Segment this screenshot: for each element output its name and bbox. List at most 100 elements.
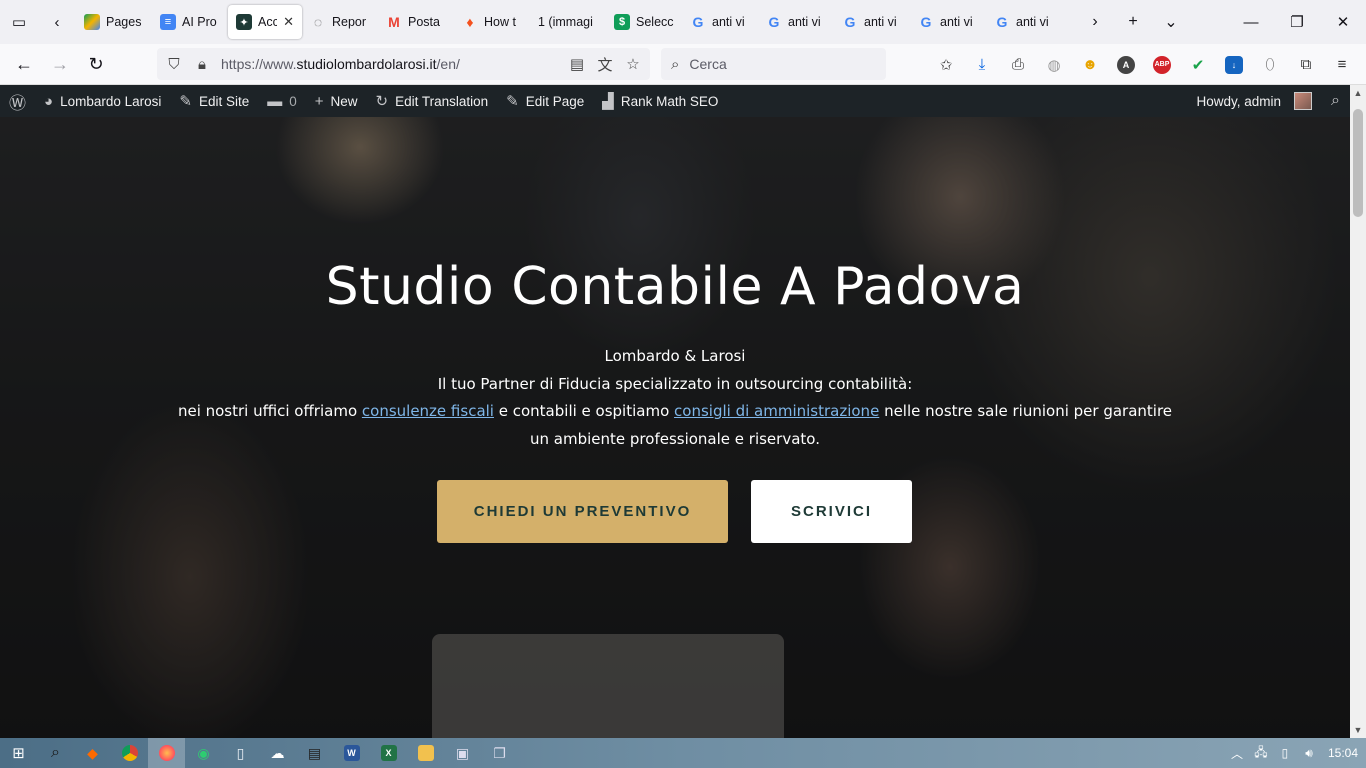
tab[interactable]: ◌ Repor xyxy=(302,5,378,39)
page-scrollbar[interactable]: ▲ ▼ xyxy=(1350,85,1366,738)
tab[interactable]: 1 (immagi xyxy=(530,5,606,39)
url-path: /en/ xyxy=(436,56,460,72)
dashboard-icon: ◕ xyxy=(44,92,54,110)
windows-start-icon[interactable]: ⊞ xyxy=(0,738,37,768)
url-bar[interactable]: ⛉ 🔒︎ https://www.studiolombardolarosi.it… xyxy=(157,48,650,80)
rank-math-label: Rank Math SEO xyxy=(620,93,719,109)
tab-strip-controls: › + ⌄ — ❐ ✕ xyxy=(1076,0,1366,44)
consulenze-fiscali-link[interactable]: consulenze fiscali xyxy=(362,402,494,420)
admin-search-icon[interactable]: ⌕ xyxy=(1321,85,1350,117)
edit-page-label: Edit Page xyxy=(525,93,585,109)
reload-icon[interactable]: ↻ xyxy=(78,44,114,85)
contact-us-button[interactable]: SCRIVICI xyxy=(751,480,912,543)
translate-icon[interactable]: 文 xyxy=(596,54,614,75)
firefox-dev-icon[interactable]: ◆ xyxy=(74,738,111,768)
list-all-tabs-icon[interactable]: ⌄ xyxy=(1152,0,1190,44)
scroll-down-icon[interactable]: ▼ xyxy=(1350,722,1366,738)
scroll-up-icon[interactable]: ▲ xyxy=(1350,85,1366,101)
search-input[interactable]: ⌕ Cerca xyxy=(661,48,886,80)
tab[interactable]: Ganti vi xyxy=(758,5,834,39)
excel-icon[interactable]: X xyxy=(370,738,407,768)
account-menu[interactable]: Howdy, admin xyxy=(1187,85,1321,117)
tab[interactable]: $ Selecc xyxy=(606,5,682,39)
tabs-scroll-left-icon[interactable]: ‹ xyxy=(38,0,76,44)
window-icon[interactable]: ❐ xyxy=(481,738,518,768)
show-hidden-icons-icon[interactable]: ︿ xyxy=(1226,745,1248,762)
consigli-amministrazione-link[interactable]: consigli di amministrazione xyxy=(674,402,879,420)
tab[interactable]: Ganti vi xyxy=(986,5,1062,39)
reader-view-icon[interactable]: ▤ xyxy=(568,55,586,73)
device-icon[interactable]: ▯ xyxy=(1274,746,1296,760)
tab[interactable]: ≡ AI Pro xyxy=(152,5,228,39)
rank-math-link[interactable]: ▟ Rank Math SEO xyxy=(593,85,727,117)
tab[interactable]: M Posta xyxy=(378,5,454,39)
back-icon[interactable]: ← xyxy=(6,44,42,85)
menu-icon[interactable]: ≡ xyxy=(1324,44,1360,85)
system-tray: ︿ 🖧︎ ▯ 🔊︎ 15:04 xyxy=(1226,738,1366,768)
tab[interactable]: Ganti vi xyxy=(834,5,910,39)
mouse-icon[interactable]: ⬯ xyxy=(1252,44,1288,85)
lock-icon[interactable]: 🔒︎ xyxy=(193,56,211,73)
site-favicon: ✦ xyxy=(236,14,252,30)
edit-translation-link[interactable]: ↻ Edit Translation xyxy=(367,85,498,117)
tab[interactable]: Ganti vi xyxy=(682,5,758,39)
close-window-icon[interactable]: ✕ xyxy=(1320,0,1366,44)
tab-title: anti vi xyxy=(788,15,821,29)
extension-cloud-icon[interactable]: ◍ xyxy=(1036,44,1072,85)
screen-icon[interactable]: ▣ xyxy=(444,738,481,768)
scrollbar-thumb[interactable] xyxy=(1353,109,1363,217)
minimize-icon[interactable]: — xyxy=(1228,0,1274,44)
tab-title: How t xyxy=(484,15,516,29)
emoji-extension-icon[interactable]: ☻ xyxy=(1072,44,1108,85)
file-explorer-icon[interactable] xyxy=(407,738,444,768)
adblock-plus-icon[interactable]: ABP xyxy=(1144,44,1180,85)
search-icon: ⌕ xyxy=(671,55,680,73)
downloads-icon[interactable]: ⤓ xyxy=(964,44,1000,85)
url-text[interactable]: https://www.studiolombardolarosi.it/en/ xyxy=(221,56,558,72)
edit-page-link[interactable]: ✎ Edit Page xyxy=(497,85,593,117)
download-manager-icon[interactable]: ↓ xyxy=(1216,44,1252,85)
cloud-icon[interactable]: ☁ xyxy=(259,738,296,768)
tab-list-icon[interactable]: ▭ xyxy=(0,0,38,44)
browser-tab-strip: ▭ ‹ Pages ≡ AI Pro ✦ Acc ✕ ◌ Repor M Posta ♦ H… xyxy=(0,0,1366,44)
volume-icon[interactable]: 🔊︎ xyxy=(1298,746,1320,761)
app-icon[interactable]: ◉ xyxy=(185,738,222,768)
network-icon[interactable]: 🖧︎ xyxy=(1250,743,1272,764)
bookmark-star-icon[interactable]: ☆ xyxy=(624,55,642,73)
new-content-link[interactable]: + New xyxy=(306,85,367,117)
tabs-scroll-right-icon[interactable]: › xyxy=(1076,0,1114,44)
chrome-icon[interactable] xyxy=(111,738,148,768)
close-tab-icon[interactable]: ✕ xyxy=(283,14,294,30)
tab-title: Pages xyxy=(106,15,142,29)
forward-icon[interactable]: → xyxy=(42,44,78,85)
new-tab-icon[interactable]: + xyxy=(1114,0,1152,44)
hero-line-tagline: Il tuo Partner di Fiducia specializzato … xyxy=(437,374,913,393)
howdy-label: Howdy, admin xyxy=(1196,93,1282,109)
firefox-icon[interactable] xyxy=(148,738,185,768)
extensions-puzzle-icon[interactable]: ⧉ xyxy=(1288,44,1324,85)
site-name-link[interactable]: ◕ Lombardo Larosi xyxy=(35,85,170,117)
document-icon[interactable]: ▯ xyxy=(222,738,259,768)
text-segment: e contabili e ospitiamo xyxy=(493,402,675,420)
comments-count: 0 xyxy=(289,93,297,109)
tab[interactable]: ♦ How t xyxy=(454,5,530,39)
edit-site-link[interactable]: ✎ Edit Site xyxy=(170,85,258,117)
request-quote-button[interactable]: CHIEDI UN PREVENTIVO xyxy=(437,480,728,543)
translation-icon: ↻ xyxy=(375,93,389,110)
search-icon[interactable]: ⌕ xyxy=(37,738,74,768)
tab-active[interactable]: ✦ Acc ✕ xyxy=(228,5,302,39)
print-icon[interactable]: ⎙ xyxy=(1000,44,1036,85)
tab-title: anti vi xyxy=(864,15,897,29)
wordpress-logo-icon[interactable]: Ⓦ xyxy=(0,85,35,117)
media-icon[interactable]: ▤ xyxy=(296,738,333,768)
word-icon[interactable]: W xyxy=(333,738,370,768)
shield-check-icon[interactable]: ✔ xyxy=(1180,44,1216,85)
comments-link[interactable]: ▬ 0 xyxy=(258,85,306,117)
tab[interactable]: Ganti vi xyxy=(910,5,986,39)
tab[interactable]: Pages xyxy=(76,5,152,39)
restore-icon[interactable]: ❐ xyxy=(1274,0,1320,44)
account-icon[interactable]: A xyxy=(1108,44,1144,85)
shield-icon[interactable]: ⛉ xyxy=(165,56,183,73)
taskbar-clock[interactable]: 15:04 xyxy=(1328,746,1358,760)
bookmarks-star-icon[interactable]: ✩ xyxy=(928,44,964,85)
